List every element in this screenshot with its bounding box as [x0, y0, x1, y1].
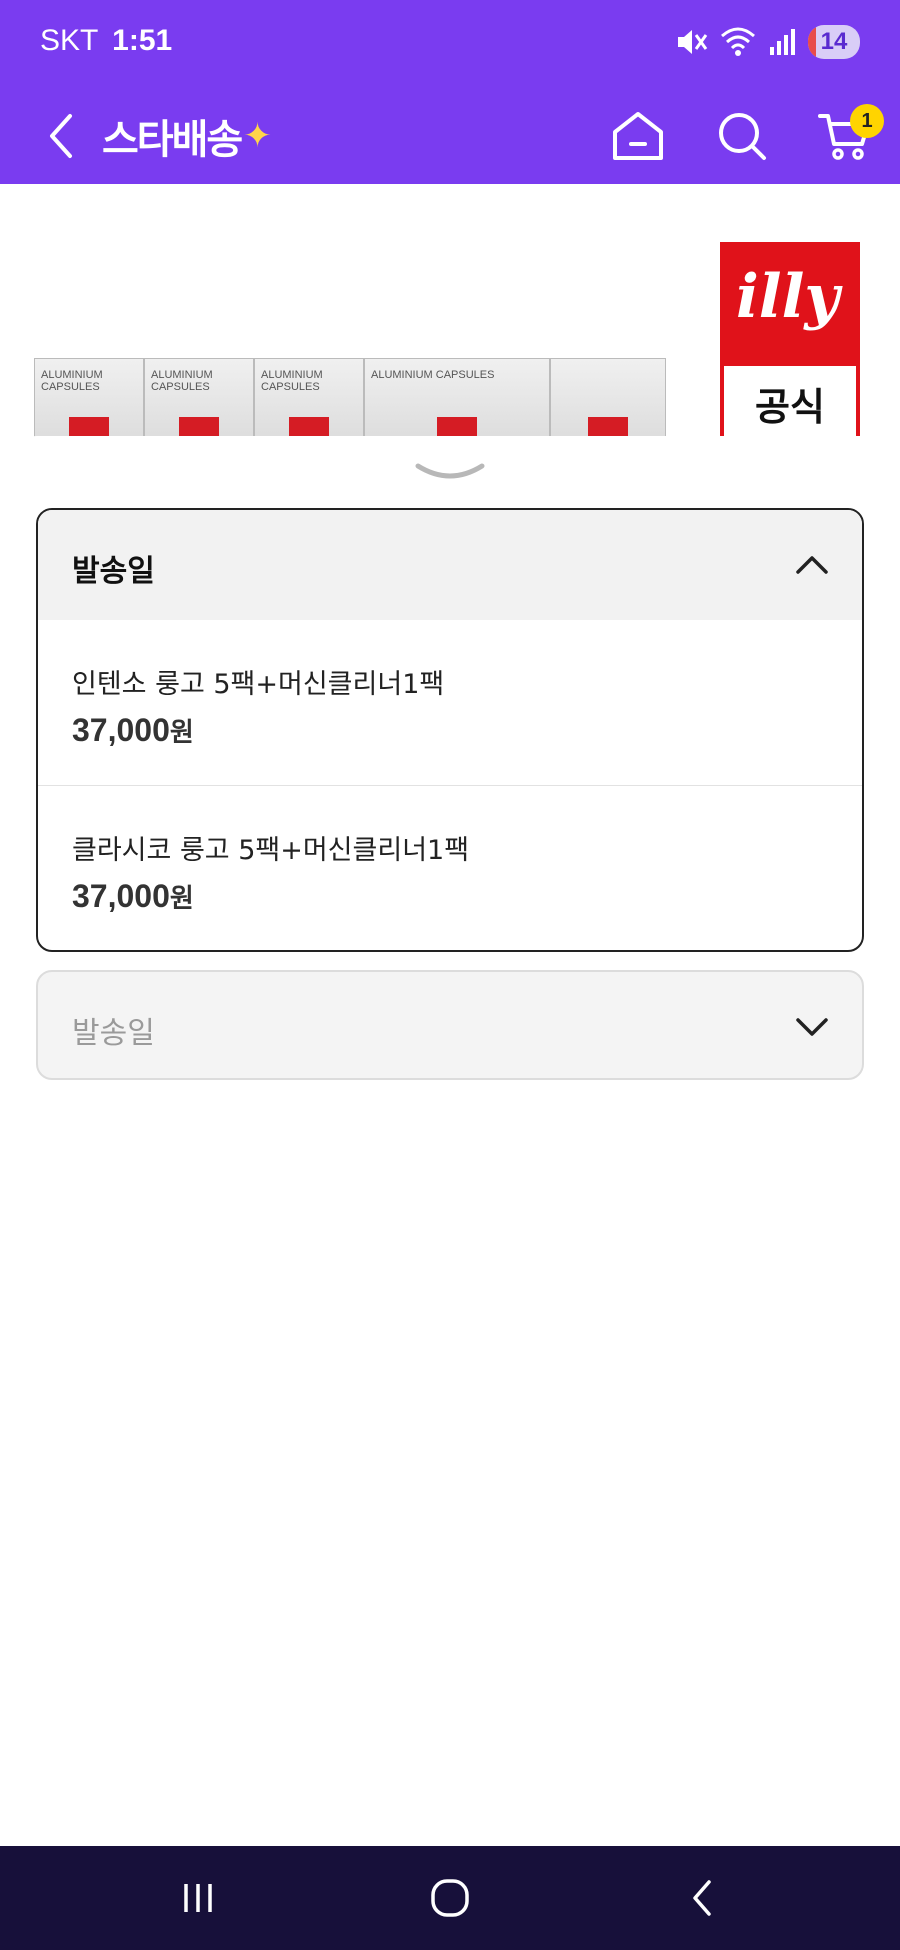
- home-icon: [613, 112, 663, 160]
- chevron-up-icon: [796, 556, 828, 574]
- recents-icon: [184, 1884, 212, 1912]
- status-bar: SKT 1:51 14: [0, 0, 900, 90]
- chevron-down-icon: [796, 1018, 828, 1036]
- status-left: SKT 1:51: [40, 24, 172, 58]
- back-icon: [693, 1880, 711, 1916]
- brand-name: 스타배송: [102, 117, 243, 163]
- search-icon: [719, 113, 766, 160]
- option-price: 37,000원: [72, 878, 194, 914]
- battery-level: 14: [820, 28, 848, 55]
- illy-official-badge: illy 공식: [720, 242, 860, 444]
- option-item[interactable]: 클라시코 룽고 5팩+머신클리너1팩 37,000원: [38, 786, 862, 950]
- capsule-box-label: ALUMINIUM CAPSULES: [41, 369, 103, 393]
- system-back-button[interactable]: [672, 1868, 732, 1928]
- search-button[interactable]: [706, 100, 778, 172]
- chevron-down-icon: [415, 463, 485, 479]
- capsule-box-label: ALUMINIUM CAPSULES: [371, 369, 495, 381]
- capsule-box-label: ALUMINIUM CAPSULES: [261, 369, 323, 393]
- status-icons: 14: [674, 22, 860, 62]
- option-name: 클라시코 룽고 5팩+머신클리너1팩: [72, 835, 470, 866]
- sparkle-icon: ✦: [243, 116, 271, 156]
- back-arrow-icon: [50, 114, 72, 158]
- clock: 1:51: [112, 24, 173, 57]
- option-price: 37,000원: [72, 712, 194, 748]
- shipping-date-select-open: 발송일 인텐소 룽고 5팩+머신클리너1팩 37,000원 클라시코 룽고 5팩…: [36, 508, 864, 952]
- system-nav-bar: [0, 1846, 900, 1950]
- select-placeholder: 발송일: [72, 1016, 155, 1051]
- illy-logo-word: illy: [736, 262, 840, 332]
- system-home-button[interactable]: [420, 1868, 480, 1928]
- home-button[interactable]: [602, 100, 674, 172]
- shipping-date-select-closed[interactable]: 발송일: [36, 970, 864, 1080]
- sheet-collapse-handle[interactable]: [412, 458, 488, 486]
- option-name: 인텐소 룽고 5팩+머신클리너1팩: [72, 669, 445, 700]
- mute-icon: [674, 25, 708, 59]
- select-title: 발송일: [72, 554, 155, 589]
- home-circle-icon: [431, 1879, 469, 1917]
- cart-count-badge: 1: [850, 104, 884, 138]
- official-label: 공식: [724, 366, 856, 444]
- signal-icon: [768, 27, 796, 57]
- capsule-box-label: ALUMINIUM CAPSULES: [151, 369, 213, 393]
- brand-logo[interactable]: 스타배송 ✦: [102, 108, 272, 164]
- option-item[interactable]: 인텐소 룽고 5팩+머신클리너1팩 37,000원: [38, 620, 862, 786]
- app-bar: 스타배송 ✦ 1: [0, 90, 900, 184]
- cart-button[interactable]: 1: [808, 100, 884, 172]
- recents-button[interactable]: [168, 1868, 228, 1928]
- wifi-icon: [720, 26, 756, 58]
- battery-icon: 14: [808, 25, 860, 59]
- select-header[interactable]: 발송일: [38, 510, 862, 620]
- back-button[interactable]: [30, 104, 94, 168]
- carrier-label: SKT: [40, 24, 98, 57]
- option-bottom-sheet: 발송일 인텐소 룽고 5팩+머신클리너1팩 37,000원 클라시코 룽고 5팩…: [0, 436, 900, 1846]
